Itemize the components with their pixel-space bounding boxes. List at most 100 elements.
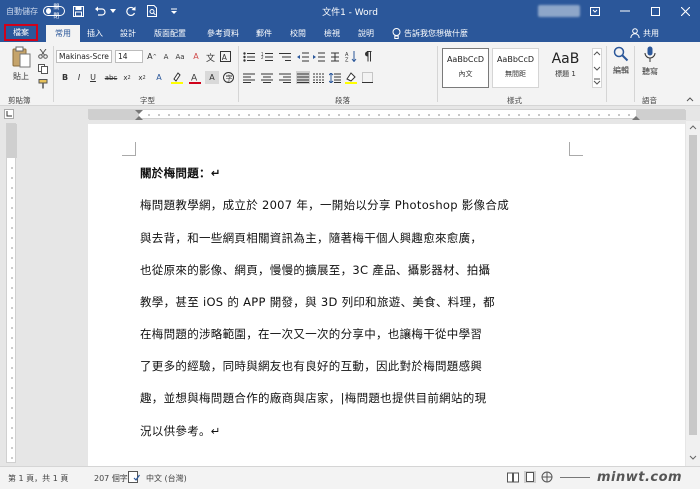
underline-icon[interactable]: U bbox=[86, 71, 100, 84]
sort-icon[interactable]: AZ bbox=[344, 50, 358, 63]
collapse-ribbon-icon[interactable] bbox=[686, 95, 696, 103]
tab-mailings[interactable]: 郵件 bbox=[251, 25, 277, 42]
align-right-icon[interactable] bbox=[278, 71, 292, 84]
tab-home[interactable]: 常用 bbox=[46, 25, 80, 42]
cut-icon[interactable] bbox=[36, 47, 50, 60]
distributed-icon[interactable] bbox=[312, 71, 326, 84]
tab-design[interactable]: 設計 bbox=[115, 25, 141, 42]
font-color-icon[interactable]: A bbox=[188, 71, 202, 84]
bullets-icon[interactable] bbox=[242, 50, 256, 63]
shading-icon[interactable] bbox=[344, 71, 358, 84]
paste-label: 貼上 bbox=[13, 72, 29, 81]
style-normal-name: 內文 bbox=[458, 70, 473, 78]
word-count[interactable]: 207 個字 bbox=[94, 473, 128, 484]
document-line[interactable]: 教學，甚至 iOS 的 APP 開發，與 3D 列印和旅遊、美食、料理，都 bbox=[140, 294, 495, 310]
numbering-icon[interactable]: 12 bbox=[260, 50, 274, 63]
chinese-layout-icon[interactable] bbox=[328, 50, 342, 63]
document-heading[interactable]: 關於梅問題：↵ bbox=[140, 165, 221, 181]
minimize-button[interactable] bbox=[610, 0, 640, 22]
svg-text:A: A bbox=[221, 53, 227, 62]
subscript-icon[interactable]: x2 bbox=[120, 71, 134, 84]
language-status[interactable]: 中文 (台灣) bbox=[146, 473, 187, 484]
font-name-value: Makinas-Scre bbox=[59, 52, 109, 61]
user-account-name[interactable] bbox=[538, 5, 580, 17]
align-left-icon[interactable] bbox=[242, 71, 256, 84]
tell-me-search[interactable]: 告訴我您想做什麼 bbox=[392, 25, 468, 41]
document-line[interactable]: 了更多的經驗，同時與網友也有良好的互動，因此對於梅問題感興 bbox=[140, 358, 482, 374]
text-effects-icon[interactable]: A bbox=[152, 71, 166, 84]
horizontal-ruler[interactable] bbox=[0, 107, 700, 121]
phonetic-guide-icon[interactable]: 文 bbox=[204, 50, 218, 63]
dictate-label: 聽寫 bbox=[642, 67, 658, 76]
char-shading-icon[interactable]: A bbox=[205, 71, 219, 84]
print-layout-icon[interactable] bbox=[524, 471, 536, 485]
document-line[interactable]: 也從原來的影像、網頁，慢慢的擴展至，3C 產品、攝影器材、拍攝 bbox=[140, 262, 490, 278]
paste-button[interactable]: 貼上 bbox=[8, 46, 34, 86]
document-line[interactable]: 在梅問題的涉略範圍，在一次又一次的分享中，也讓梅干從中學習 bbox=[140, 326, 482, 342]
watermark: minwt.com bbox=[597, 470, 683, 485]
ribbon-display-options-button[interactable] bbox=[580, 0, 610, 22]
borders-icon[interactable] bbox=[360, 71, 374, 84]
highlight-icon[interactable] bbox=[170, 71, 184, 84]
document-line[interactable]: 況以供參考。↵ bbox=[140, 423, 221, 439]
format-painter-icon[interactable] bbox=[36, 77, 50, 90]
justify-icon[interactable] bbox=[296, 71, 310, 84]
maximize-button[interactable] bbox=[640, 0, 670, 22]
align-center-icon[interactable] bbox=[260, 71, 274, 84]
zoom-slider[interactable] bbox=[560, 477, 590, 478]
font-size-value: 14 bbox=[118, 52, 128, 61]
window-controls bbox=[580, 0, 700, 22]
tell-me-text: 告訴我您想做什麼 bbox=[404, 28, 468, 38]
paste-icon bbox=[8, 46, 34, 71]
shrink-font-icon[interactable]: A bbox=[159, 50, 173, 63]
style-heading-1[interactable]: AaB 標題 1 bbox=[542, 48, 589, 88]
dictate-button[interactable]: 聽寫 bbox=[639, 46, 661, 86]
tab-references[interactable]: 參考資料 bbox=[201, 25, 245, 42]
tab-layout[interactable]: 版面配置 bbox=[148, 25, 192, 42]
close-button[interactable] bbox=[670, 0, 700, 22]
group-divider bbox=[634, 46, 635, 102]
vertical-scrollbar[interactable] bbox=[686, 121, 700, 466]
strikethrough-icon[interactable]: abc bbox=[104, 71, 118, 84]
tab-help[interactable]: 說明 bbox=[353, 25, 379, 42]
document-line[interactable]: 梅問題教學網，成立於 2007 年，一開始以分享 Photoshop 影像合成 bbox=[140, 197, 509, 213]
ribbon-home: 貼上 剪貼簿 Makinas-Scre 14 A ^ A Aa A 文 A B I… bbox=[0, 42, 700, 106]
editing-button[interactable]: 編輯 bbox=[610, 46, 632, 86]
proofing-icon[interactable] bbox=[128, 471, 140, 485]
style-normal-sample: AaBbCcD bbox=[446, 55, 485, 64]
grow-font-icon[interactable]: A ^ bbox=[145, 50, 159, 63]
clear-format-icon[interactable]: A bbox=[189, 50, 203, 63]
tab-file[interactable]: 檔案 bbox=[4, 24, 38, 41]
read-mode-icon[interactable] bbox=[507, 471, 519, 485]
font-size-select[interactable]: 14 bbox=[115, 50, 143, 63]
bold-icon[interactable]: B bbox=[58, 71, 72, 84]
enclose-char-icon[interactable]: A bbox=[218, 50, 232, 63]
vertical-ruler[interactable] bbox=[0, 121, 20, 466]
ruler-strip bbox=[88, 109, 686, 120]
document-line[interactable]: 趣，並想與梅問題合作的廠商與店家，|梅問題也提供目前網站的現 bbox=[140, 390, 486, 406]
multilevel-list-icon[interactable] bbox=[278, 50, 292, 63]
increase-indent-icon[interactable] bbox=[312, 50, 326, 63]
share-button[interactable]: 共用 bbox=[630, 25, 659, 41]
show-marks-icon[interactable] bbox=[360, 50, 374, 63]
web-layout-icon[interactable] bbox=[541, 471, 553, 485]
change-case-icon[interactable]: Aa bbox=[173, 50, 187, 63]
superscript-icon[interactable]: x2 bbox=[135, 71, 149, 84]
tab-selector[interactable] bbox=[4, 109, 14, 119]
style-no-spacing[interactable]: AaBbCcD 無間距 bbox=[492, 48, 539, 88]
char-border-icon[interactable]: 字 bbox=[221, 71, 235, 84]
styles-gallery-scroll[interactable] bbox=[592, 48, 602, 88]
copy-icon[interactable] bbox=[36, 62, 50, 75]
decrease-indent-icon[interactable] bbox=[296, 50, 310, 63]
tab-insert[interactable]: 插入 bbox=[82, 25, 108, 42]
style-normal[interactable]: AaBbCcD 內文 bbox=[442, 48, 489, 88]
font-name-select[interactable]: Makinas-Scre bbox=[56, 50, 112, 63]
line-spacing-icon[interactable] bbox=[328, 71, 342, 84]
share-icon bbox=[630, 28, 640, 38]
tab-review[interactable]: 校閱 bbox=[285, 25, 311, 42]
group-divider bbox=[606, 46, 607, 102]
italic-icon[interactable]: I bbox=[72, 71, 86, 84]
page-count[interactable]: 第 1 頁，共 1 頁 bbox=[8, 473, 68, 484]
tab-view[interactable]: 檢視 bbox=[319, 25, 345, 42]
document-line[interactable]: 與去背，和一些網頁相關資訊為主，隨著梅干個人興趣愈來愈廣， bbox=[140, 230, 482, 246]
